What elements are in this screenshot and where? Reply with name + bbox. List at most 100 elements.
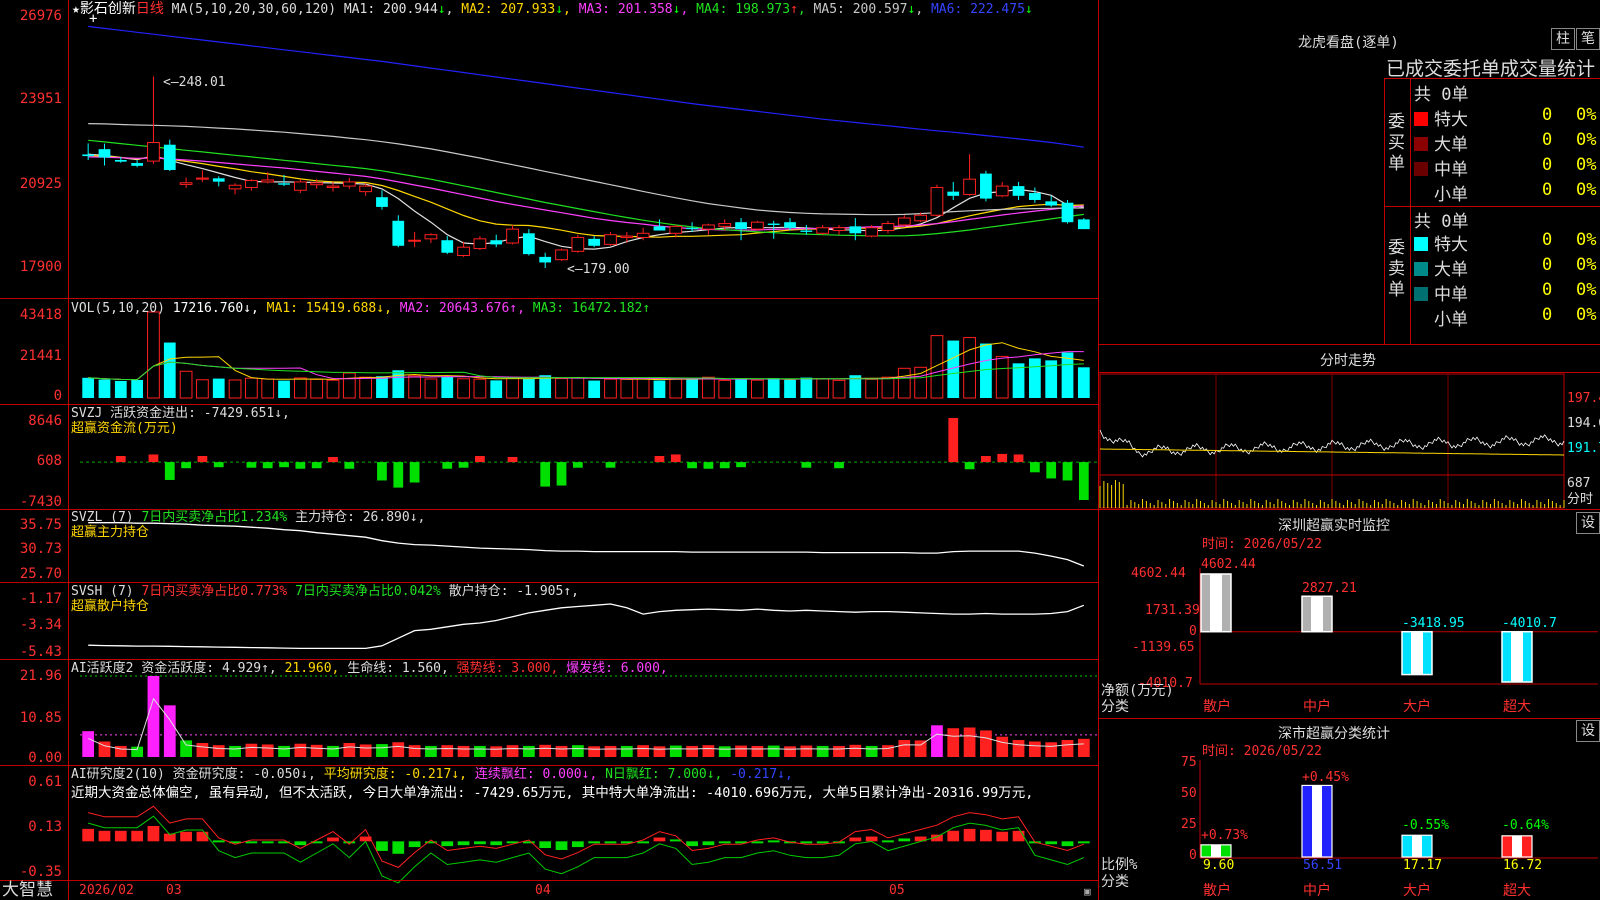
volume-bar bbox=[131, 379, 144, 398]
research-bar bbox=[245, 841, 258, 844]
candle-body bbox=[376, 197, 388, 207]
x-label: 05 bbox=[889, 883, 905, 898]
color-swatch bbox=[1414, 162, 1428, 176]
classify-settings-button[interactable]: 设 bbox=[1576, 720, 1600, 742]
active-bar bbox=[931, 725, 943, 757]
monitor-value-label: 2827.21 bbox=[1302, 581, 1357, 596]
research-bar bbox=[261, 841, 274, 844]
volume-bar bbox=[604, 378, 617, 399]
volume-bar bbox=[376, 376, 388, 398]
classify-change: -0.64% bbox=[1502, 818, 1549, 833]
active-bar bbox=[800, 745, 813, 757]
research-bar bbox=[82, 828, 95, 842]
money-flow-bar bbox=[442, 462, 453, 469]
volume-bar bbox=[245, 377, 258, 399]
classify-change: +0.73% bbox=[1201, 828, 1248, 843]
star-icon[interactable]: ★ bbox=[72, 2, 80, 17]
monitor-settings-button[interactable]: 设 bbox=[1576, 512, 1600, 534]
active-bar bbox=[914, 740, 927, 757]
candle-body bbox=[441, 240, 454, 253]
volume-bar bbox=[881, 376, 895, 399]
vol-header: VOL(5,10,20) 17216.760↓, MA1: 15419.688↓… bbox=[71, 301, 651, 316]
volume-bar bbox=[636, 377, 650, 399]
bar-mode-button[interactable]: 柱 bbox=[1551, 28, 1575, 50]
svsh-ytick: -3.34 bbox=[19, 617, 62, 633]
candle-body bbox=[457, 246, 470, 257]
candle-body bbox=[147, 141, 160, 162]
active-bar bbox=[1045, 742, 1058, 757]
candle-body bbox=[1045, 201, 1058, 206]
money-flow-bar bbox=[1013, 454, 1024, 463]
candle-body bbox=[408, 239, 421, 242]
research-ytick: 0.13 bbox=[28, 819, 62, 835]
monitor-title: 深圳超赢实时监控 bbox=[1278, 518, 1390, 534]
candle-body bbox=[784, 222, 796, 228]
research-comment: 近期大资金总体偏空, 虽有异动, 但不太活跃, 今日大单净流出: -7429.6… bbox=[71, 785, 1034, 801]
monitor-xlabel: 分类 bbox=[1101, 699, 1129, 715]
classify-category: 中户 bbox=[1303, 883, 1331, 899]
research-bar bbox=[637, 841, 650, 844]
active-bar bbox=[522, 745, 535, 757]
active-ytick: 10.85 bbox=[19, 710, 62, 726]
candle-body bbox=[228, 184, 242, 190]
buy-total: 共 0单 bbox=[1414, 85, 1469, 105]
research-bar bbox=[767, 840, 780, 843]
research-bar bbox=[474, 841, 486, 845]
candle-body bbox=[98, 149, 111, 158]
money-flow-bar bbox=[1078, 462, 1089, 500]
period-label[interactable]: 日线 bbox=[136, 1, 164, 17]
money-flow-bar bbox=[475, 455, 485, 463]
active-bar bbox=[474, 745, 486, 757]
price-header: ★影石创新日线 MA(5,10,20,30,60,120) MA1: 200.9… bbox=[72, 1, 1033, 18]
buy-row-m: 中单 bbox=[1414, 155, 1468, 180]
research-bar bbox=[490, 841, 503, 846]
active-header: AI活跃度2 资金活跃度: 4.929↑, 21.960, 生命线: 1.560… bbox=[71, 661, 668, 676]
svzl-ytick: 30.73 bbox=[19, 541, 62, 557]
candle-body bbox=[522, 233, 535, 255]
x-label: 2026/02 bbox=[79, 883, 134, 898]
svzj-ytick: 608 bbox=[36, 453, 62, 469]
volume-bar bbox=[82, 377, 95, 398]
active-bar bbox=[114, 745, 127, 757]
monitor-value-label: -3418.95 bbox=[1402, 616, 1465, 631]
research-bar bbox=[147, 826, 160, 842]
sell-count: 0 bbox=[1542, 255, 1553, 275]
candle-body bbox=[686, 227, 698, 230]
volume-bar bbox=[784, 379, 796, 398]
tick-mode-button[interactable]: 笔 bbox=[1576, 28, 1600, 50]
candle-body bbox=[963, 178, 976, 195]
research-bar bbox=[718, 841, 731, 844]
ma3-value: MA3: 201.358↓, bbox=[578, 2, 689, 17]
candle-body bbox=[245, 180, 258, 188]
candle-body bbox=[751, 221, 764, 230]
research-ytick: -0.35 bbox=[19, 864, 62, 880]
money-flow-bar bbox=[654, 455, 665, 463]
money-flow-bar bbox=[736, 462, 746, 468]
candle-body bbox=[914, 214, 927, 222]
candle-body bbox=[114, 159, 127, 162]
lock-icon[interactable]: ▣ bbox=[1084, 884, 1091, 900]
candle-body bbox=[1077, 219, 1090, 230]
candle-body bbox=[930, 186, 944, 216]
candle-body bbox=[261, 179, 275, 183]
volume-bar bbox=[342, 372, 356, 399]
research-bar bbox=[555, 841, 568, 850]
money-flow-bar bbox=[834, 462, 844, 469]
active-bar bbox=[653, 746, 666, 757]
classify-change: +0.45% bbox=[1302, 770, 1349, 785]
active-bar bbox=[441, 745, 454, 757]
volume-bar bbox=[620, 378, 634, 399]
monitor-time: 时间: 2026/05/22 bbox=[1202, 537, 1322, 552]
sell-count: 0 bbox=[1542, 230, 1553, 250]
order-stats-title: 已成交委托单成交量统计 bbox=[1386, 58, 1596, 80]
volume-bar bbox=[392, 370, 405, 398]
svzl-ytick: 25.70 bbox=[19, 566, 62, 582]
active-bar bbox=[718, 746, 731, 757]
money-flow-bar bbox=[703, 462, 714, 469]
classify-time: 时间: 2026/05/22 bbox=[1202, 744, 1322, 759]
research-bar bbox=[686, 841, 698, 847]
volume-bar bbox=[408, 375, 421, 399]
research-bar bbox=[98, 830, 111, 842]
money-flow-bar bbox=[409, 462, 420, 483]
panel-divider bbox=[1098, 0, 1099, 900]
